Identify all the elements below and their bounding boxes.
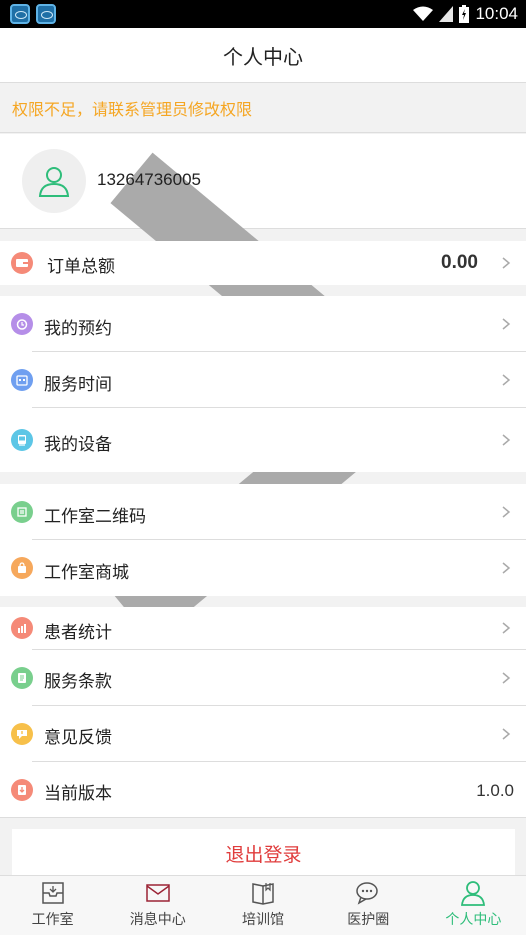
chevron-right-icon [502, 562, 511, 574]
user-phone: 13264736005 [97, 170, 202, 189]
tab-training[interactable]: 培训馆 [210, 876, 315, 935]
my-devices-label: 我的设备 [44, 435, 112, 455]
studio-qrcode-label: 工作室二维码 [44, 507, 146, 527]
current-version-row: 当前版本 1.0.0 [0, 762, 526, 818]
tab-medical-circle[interactable]: 医护圈 [316, 876, 421, 935]
tab-profile[interactable]: 个人中心 [421, 876, 526, 935]
download-icon [11, 779, 33, 801]
feedback-row[interactable]: 意见反馈 [0, 706, 526, 762]
my-appointments-label: 我的预约 [44, 319, 112, 339]
chevron-right-icon [502, 374, 511, 386]
order-total-row[interactable]: 订单总额 0.00 [0, 241, 526, 285]
current-version-label: 当前版本 [44, 784, 112, 804]
avatar [22, 149, 86, 213]
app-notification-icon [36, 4, 56, 24]
document-icon [11, 667, 33, 689]
bar-chart-icon [11, 617, 33, 639]
patient-stats-row[interactable]: 患者统计 [0, 607, 526, 650]
app-notification-icon [10, 4, 30, 24]
device-icon [11, 429, 33, 451]
battery-icon [459, 5, 470, 23]
chevron-right-icon [502, 728, 511, 740]
tab-label: 工作室 [31, 912, 74, 928]
wifi-icon [413, 6, 434, 21]
shopping-bag-icon [11, 557, 33, 579]
status-bar: 10:04 [0, 0, 526, 28]
order-total-label: 订单总额 [47, 257, 115, 277]
qrcode-icon [11, 501, 33, 523]
person-icon [461, 881, 486, 906]
calendar-icon [11, 369, 33, 391]
envelope-icon [146, 884, 170, 902]
chevron-right-icon [502, 506, 511, 518]
signal-icon [439, 6, 454, 22]
current-version-value: 1.0.0 [476, 781, 514, 800]
permission-notice-text: 权限不足，请联系管理员修改权限 [12, 99, 253, 119]
chevron-right-icon [502, 318, 511, 330]
my-appointments-row[interactable]: 我的预约 [0, 296, 526, 352]
book-icon [252, 883, 274, 905]
profile-row[interactable]: 13264736005 [0, 134, 526, 642]
wallet-icon [11, 252, 33, 274]
page-title: 个人中心 [223, 44, 303, 69]
title-bar: 个人中心 [0, 28, 526, 83]
logout-label: 退出登录 [225, 843, 302, 866]
my-devices-row[interactable]: 我的设备 [0, 408, 526, 472]
terms-of-service-label: 服务条款 [44, 672, 112, 692]
chevron-right-icon [502, 622, 511, 634]
feedback-icon [11, 723, 33, 745]
tab-studio[interactable]: 工作室 [0, 876, 105, 935]
logout-button[interactable]: 退出登录 [12, 829, 515, 877]
chevron-right-icon [502, 672, 511, 684]
tab-label: 消息中心 [129, 912, 186, 928]
studio-mall-row[interactable]: 工作室商城 [0, 540, 526, 596]
terms-of-service-row[interactable]: 服务条款 [0, 650, 526, 706]
service-time-label: 服务时间 [44, 375, 112, 395]
chevron-right-icon [502, 434, 511, 446]
chat-bubble-icon [356, 882, 378, 905]
patient-stats-label: 患者统计 [44, 623, 112, 643]
feedback-label: 意见反馈 [44, 728, 112, 748]
service-time-row[interactable]: 服务时间 [0, 352, 526, 408]
bottom-tab-bar: 工作室 消息中心 培训馆 医护圈 个人中心 [0, 875, 526, 935]
order-total-value: 0.00 [441, 252, 478, 273]
alarm-clock-icon [11, 313, 33, 335]
tab-messages[interactable]: 消息中心 [105, 876, 210, 935]
clock: 10:04 [475, 4, 518, 23]
home-box-icon [41, 882, 64, 904]
user-avatar-icon [38, 167, 70, 197]
permission-notice: 权限不足，请联系管理员修改权限 [0, 83, 526, 133]
studio-qrcode-row[interactable]: 工作室二维码 [0, 484, 526, 540]
studio-mall-label: 工作室商城 [44, 563, 129, 583]
tab-label: 个人中心 [445, 912, 502, 928]
tab-label: 培训馆 [242, 912, 284, 928]
tab-label: 医护圈 [347, 912, 390, 928]
chevron-right-icon [502, 257, 511, 269]
